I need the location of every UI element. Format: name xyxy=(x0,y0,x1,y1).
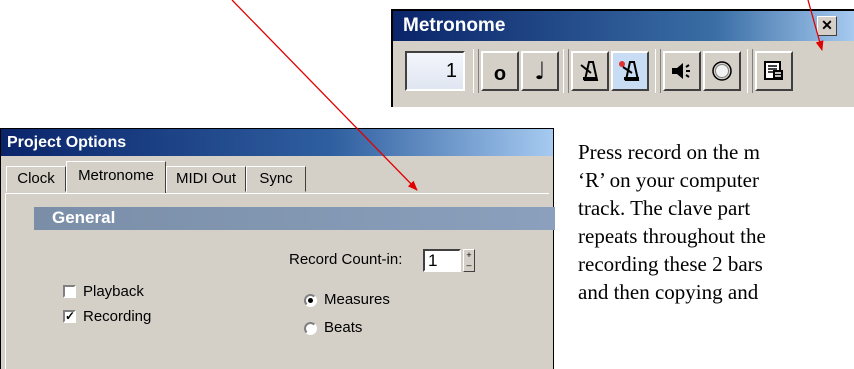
quarter-note-icon: ♩ xyxy=(534,57,546,85)
measures-label: Measures xyxy=(324,291,390,308)
spin-up-icon[interactable]: + xyxy=(464,250,474,260)
playback-label: Playback xyxy=(83,283,144,300)
toolbar-separator xyxy=(473,49,479,93)
metronome-title: Metronome xyxy=(403,15,506,36)
toolbar-separator xyxy=(655,49,661,93)
metronome-playback-icon xyxy=(580,61,599,81)
text-line: and then copying and xyxy=(578,280,759,304)
text-line: recording these 2 bars xyxy=(578,252,763,276)
text-line: track. The clave part xyxy=(578,196,751,220)
count-in-spinner[interactable]: + – xyxy=(463,249,475,272)
tab-strip: Clock Metronome MIDI Out Sync xyxy=(1,156,553,194)
record-count-in-field[interactable]: 1 xyxy=(423,249,461,272)
text-line: ‘R’ on your computer xyxy=(578,168,759,192)
text-line: repeats throughout the xyxy=(578,224,766,248)
tab-clock[interactable]: Clock xyxy=(6,166,66,192)
measures-radio[interactable] xyxy=(304,294,317,307)
count-field[interactable]: 1 xyxy=(405,51,465,91)
metronome-record-icon xyxy=(619,61,640,81)
whole-note-icon: o xyxy=(493,63,507,85)
recording-label: Recording xyxy=(83,308,152,325)
whole-note-button[interactable]: o xyxy=(481,51,519,91)
spin-down-icon[interactable]: – xyxy=(464,260,474,270)
tab-midi-out[interactable]: MIDI Out xyxy=(166,166,246,192)
dialog-titlebar[interactable]: Project Options xyxy=(1,129,553,156)
instruction-text: Press record on the m ‘R’ on your comput… xyxy=(578,138,766,306)
section-title: General xyxy=(52,208,116,227)
metronome-toolbar: Metronome ✕ 1 o ♩ xyxy=(391,9,854,107)
tab-sync[interactable]: Sync xyxy=(246,166,306,192)
playback-checkbox[interactable] xyxy=(63,285,76,298)
close-icon[interactable]: ✕ xyxy=(817,16,837,36)
metronome-options-icon xyxy=(764,61,783,80)
project-options-dialog: Project Options Clock Metronome MIDI Out… xyxy=(0,128,555,369)
record-count-in-label: Record Count-in: xyxy=(289,251,403,268)
metronome-titlebar[interactable]: Metronome ✕ xyxy=(393,11,854,41)
tab-panel: General Record Count-in: 1 + – Playback … xyxy=(5,193,555,369)
section-header: General xyxy=(34,207,555,230)
metronome-controls: 1 o ♩ xyxy=(393,43,854,101)
circle-button[interactable] xyxy=(703,51,741,91)
speaker-button[interactable] xyxy=(663,51,701,91)
beats-label: Beats xyxy=(324,319,363,336)
toolbar-separator xyxy=(563,49,569,93)
beats-radio[interactable] xyxy=(304,322,317,335)
circle-icon xyxy=(712,61,732,81)
dialog-title: Project Options xyxy=(7,134,127,151)
recording-checkbox[interactable]: ✓ xyxy=(63,310,76,323)
quarter-note-button[interactable]: ♩ xyxy=(521,51,559,91)
metronome-options-button[interactable] xyxy=(755,51,793,91)
speaker-icon xyxy=(672,63,690,79)
metronome-record-button[interactable] xyxy=(611,51,649,91)
tab-metronome[interactable]: Metronome xyxy=(66,161,166,193)
toolbar-separator xyxy=(747,49,753,93)
metronome-playback-button[interactable] xyxy=(571,51,609,91)
text-line: Press record on the m xyxy=(578,140,760,164)
